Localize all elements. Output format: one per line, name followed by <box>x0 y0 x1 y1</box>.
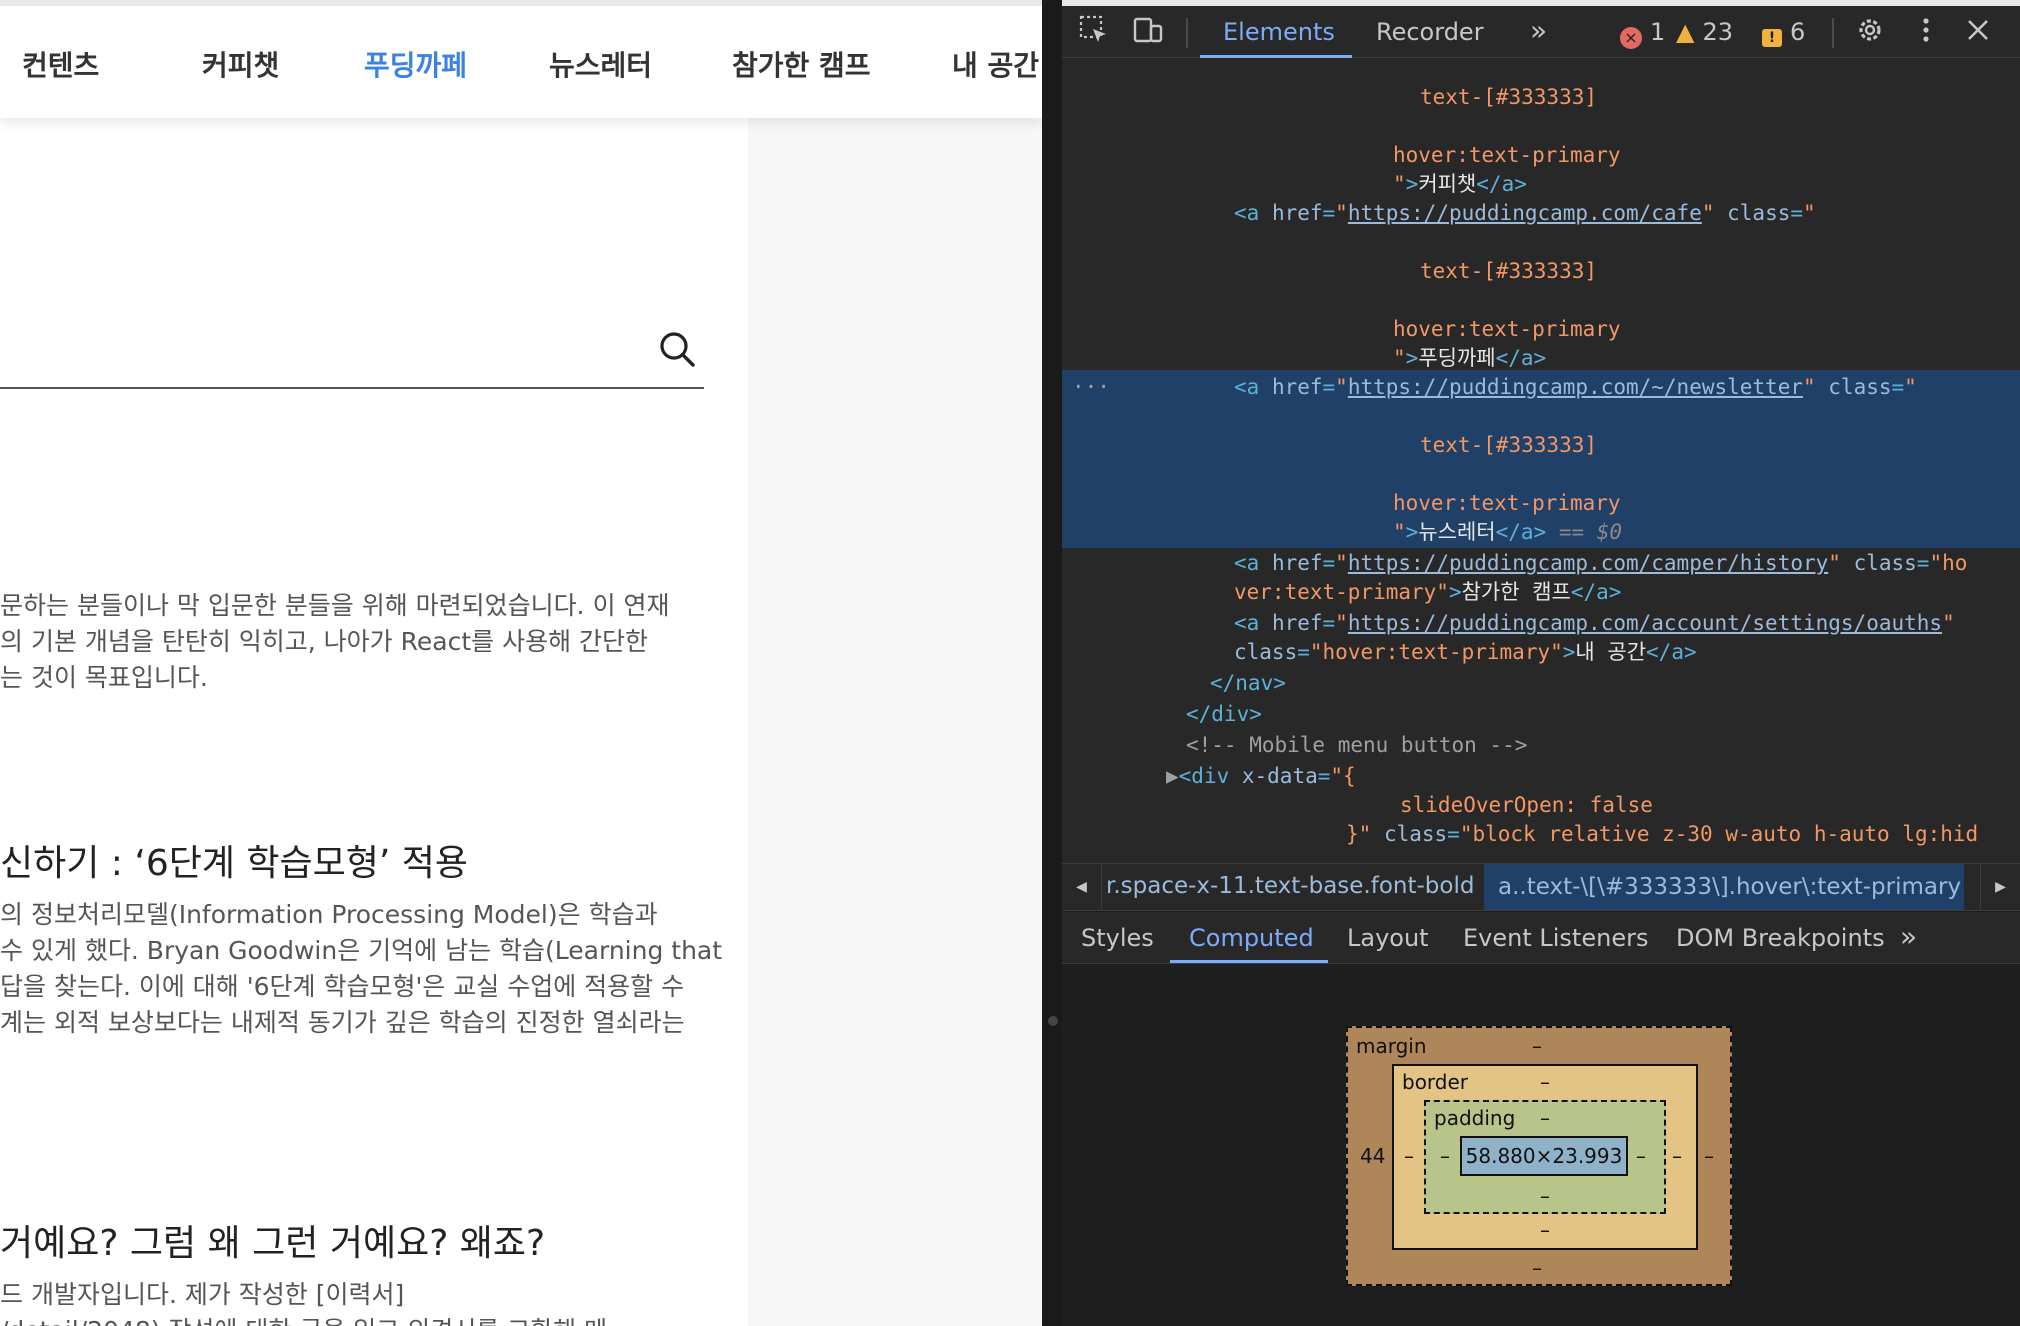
post-title[interactable]: 거예요? 그럼 왜 그런 거예요? 왜죠? <box>0 1214 740 1266</box>
post-excerpt-line: 답을 찾는다. 이에 대해 '6단계 학습모형'은 교실 수업에 적용할 수 <box>0 972 685 1001</box>
dom-line-selected[interactable]: text-[#333333] <box>1420 430 1597 460</box>
issues-count: 6 <box>1790 18 1806 46</box>
tab-recorder[interactable]: Recorder <box>1376 18 1484 46</box>
breadcrumb-item-selected[interactable]: a..text-\[\#333333\].hover\:text-primary <box>1484 864 1964 910</box>
padding-label: padding <box>1434 1106 1516 1130</box>
toolbar-divider <box>1832 18 1834 48</box>
more-tabs-chevron-icon[interactable]: » <box>1530 14 1547 47</box>
main-content <box>0 118 748 1326</box>
device-toolbar-icon[interactable] <box>1132 14 1164 46</box>
toolbar-divider <box>1186 18 1188 48</box>
box-model-content[interactable]: 58.880×23.993 <box>1460 1136 1628 1176</box>
post-excerpt-line: 계는 외적 보상보다는 내제적 동기가 깊은 학습의 진정한 열쇠라는 <box>0 1008 685 1037</box>
search-icon[interactable] <box>658 330 696 368</box>
dom-line[interactable]: }" class="block relative z-30 w-auto h-a… <box>1346 819 1978 849</box>
dom-line[interactable]: text-[#333333] <box>1420 82 1597 112</box>
nav-contents[interactable]: 컨텐츠 <box>22 44 162 84</box>
close-icon[interactable] <box>1962 14 1994 46</box>
warning-icon: ▲ <box>1676 18 1695 46</box>
border-right-value[interactable]: – <box>1672 1144 1682 1168</box>
dom-line-selected[interactable]: hover:text-primary <box>1393 488 1621 518</box>
issues-count-badge[interactable]: ! 6 <box>1762 18 1805 47</box>
error-count-badge[interactable]: × 1 <box>1620 18 1665 49</box>
dom-line[interactable]: ">커피챗</a> <box>1393 169 1527 199</box>
post-excerpt-line: /detail/2048) 작성에 대한 글을 읽고 의견서를 교환해 메 <box>0 1313 740 1326</box>
dom-line[interactable]: </div> <box>1186 699 1262 729</box>
error-icon: × <box>1620 27 1642 49</box>
padding-bottom-value[interactable]: – <box>1540 1184 1550 1208</box>
dom-line[interactable]: hover:text-primary <box>1393 314 1621 344</box>
tab-computed[interactable]: Computed <box>1189 924 1314 952</box>
nav-newsletter[interactable]: 뉴스레터 <box>549 44 732 84</box>
search-input[interactable] <box>0 387 704 389</box>
more-options-icon[interactable] <box>1910 14 1942 46</box>
resize-handle[interactable] <box>1048 1016 1058 1026</box>
breadcrumb-scroll-right-icon[interactable]: ▶ <box>1980 864 2020 910</box>
margin-bottom-value[interactable]: – <box>1532 1256 1542 1280</box>
border-label: border <box>1402 1070 1469 1094</box>
webpage-viewport: 컨텐츠 커피챗 푸딩까페 뉴스레터 참가한 캠프 내 공간 문하는 분들이나 막… <box>0 0 1042 1326</box>
tab-styles[interactable]: Styles <box>1081 924 1154 952</box>
margin-label: margin <box>1356 1034 1427 1058</box>
dom-line[interactable]: hover:text-primary <box>1393 140 1621 170</box>
post-excerpt-line: 의 정보처리모델(Information Processing Model)은 … <box>0 900 658 929</box>
dom-line[interactable]: <a href="https://puddingcamp.com/cafe" c… <box>1234 198 1816 228</box>
padding-left-value[interactable]: – <box>1440 1144 1450 1168</box>
issues-icon: ! <box>1762 29 1782 47</box>
margin-right-value[interactable]: – <box>1704 1144 1714 1168</box>
dom-line[interactable]: class="hover:text-primary">내 공간</a> <box>1234 637 1697 667</box>
post-title[interactable]: 신하기 : ‘6단계 학습모형’ 적용 <box>0 834 740 886</box>
nav-my-space[interactable]: 내 공간 <box>952 44 1039 84</box>
active-subtab-indicator <box>1170 960 1328 963</box>
dom-line[interactable]: slideOverOpen: false <box>1400 790 1653 820</box>
tab-layout[interactable]: Layout <box>1347 924 1429 952</box>
error-count: 1 <box>1650 18 1666 46</box>
nav-coffee-chat[interactable]: 커피챗 <box>202 44 364 84</box>
post-excerpt-line: 드 개발자입니다. 제가 작성한 [이력서] <box>0 1280 405 1309</box>
padding-right-value[interactable]: – <box>1636 1144 1646 1168</box>
tab-dom-breakpoints[interactable]: DOM Breakpoints <box>1676 924 1885 952</box>
dom-line[interactable]: <a href="https://puddingcamp.com/account… <box>1234 608 1955 638</box>
margin-left-value[interactable]: 44 <box>1360 1144 1385 1168</box>
dom-line[interactable]: </nav> <box>1210 668 1286 698</box>
post-excerpt-line: 수 있게 했다. Bryan Goodwin은 기억에 남는 학습(Learni… <box>0 936 723 965</box>
tab-elements[interactable]: Elements <box>1223 18 1335 46</box>
node-ellipsis[interactable]: ··· <box>1072 372 1110 402</box>
breadcrumb-item[interactable]: r.space-x-11.text-base.font-bold <box>1106 873 1474 899</box>
nav-pudding-cafe[interactable]: 푸딩까페 <box>364 44 549 84</box>
dom-line-selected[interactable]: <a href="https://puddingcamp.com/~/newsl… <box>1234 372 1917 402</box>
margin-top-value[interactable]: – <box>1532 1034 1542 1058</box>
padding-top-value[interactable]: – <box>1540 1106 1550 1130</box>
more-subtabs-chevron-icon[interactable]: » <box>1900 920 1917 953</box>
border-top-value[interactable]: – <box>1540 1070 1550 1094</box>
intro-text-line: 는 것이 목표입니다. <box>0 663 208 692</box>
inspect-element-icon[interactable] <box>1078 14 1110 46</box>
dom-line-selected[interactable]: ">뉴스레터</a> == $0 <box>1393 517 1622 547</box>
warning-count: 23 <box>1702 18 1734 46</box>
border-left-value[interactable]: – <box>1404 1144 1414 1168</box>
settings-gear-icon[interactable] <box>1854 14 1886 46</box>
border-bottom-value[interactable]: – <box>1540 1218 1550 1242</box>
dom-line[interactable]: ▶<div x-data="{ <box>1166 761 1356 791</box>
intro-text-line: 의 기본 개념을 탄탄히 익히고, 나아가 React를 사용해 간단한 <box>0 627 649 656</box>
warning-count-badge[interactable]: ▲ 23 <box>1676 18 1733 46</box>
dom-line[interactable]: ver:text-primary">참가한 캠프</a> <box>1234 577 1621 607</box>
breadcrumb: ◀ r.space-x-11.text-base.font-bold a..te… <box>1062 863 2020 911</box>
expand-triangle-icon: ▶ <box>1166 764 1179 788</box>
dom-comment[interactable]: <!-- Mobile menu button --> <box>1186 730 1527 760</box>
dom-line[interactable]: ">푸딩까페</a> <box>1393 343 1546 373</box>
tab-event-listeners[interactable]: Event Listeners <box>1463 924 1648 952</box>
dom-line[interactable]: <a href="https://puddingcamp.com/camper/… <box>1234 548 1967 578</box>
site-header: 컨텐츠 커피챗 푸딩까페 뉴스레터 참가한 캠프 내 공간 <box>0 0 1042 118</box>
dom-line[interactable]: text-[#333333] <box>1420 256 1597 286</box>
site-nav: 컨텐츠 커피챗 푸딩까페 뉴스레터 참가한 캠프 내 공간 <box>22 44 1039 84</box>
breadcrumb-scroll-left-icon[interactable]: ◀ <box>1062 864 1102 910</box>
nav-joined-camps[interactable]: 참가한 캠프 <box>732 44 952 84</box>
intro-text-line: 문하는 분들이나 막 입문한 분들을 위해 마련되었습니다. 이 연재 <box>0 591 670 620</box>
dom-tree: text-[#333333] hover:text-primary ">커피챗<… <box>1062 58 2020 863</box>
